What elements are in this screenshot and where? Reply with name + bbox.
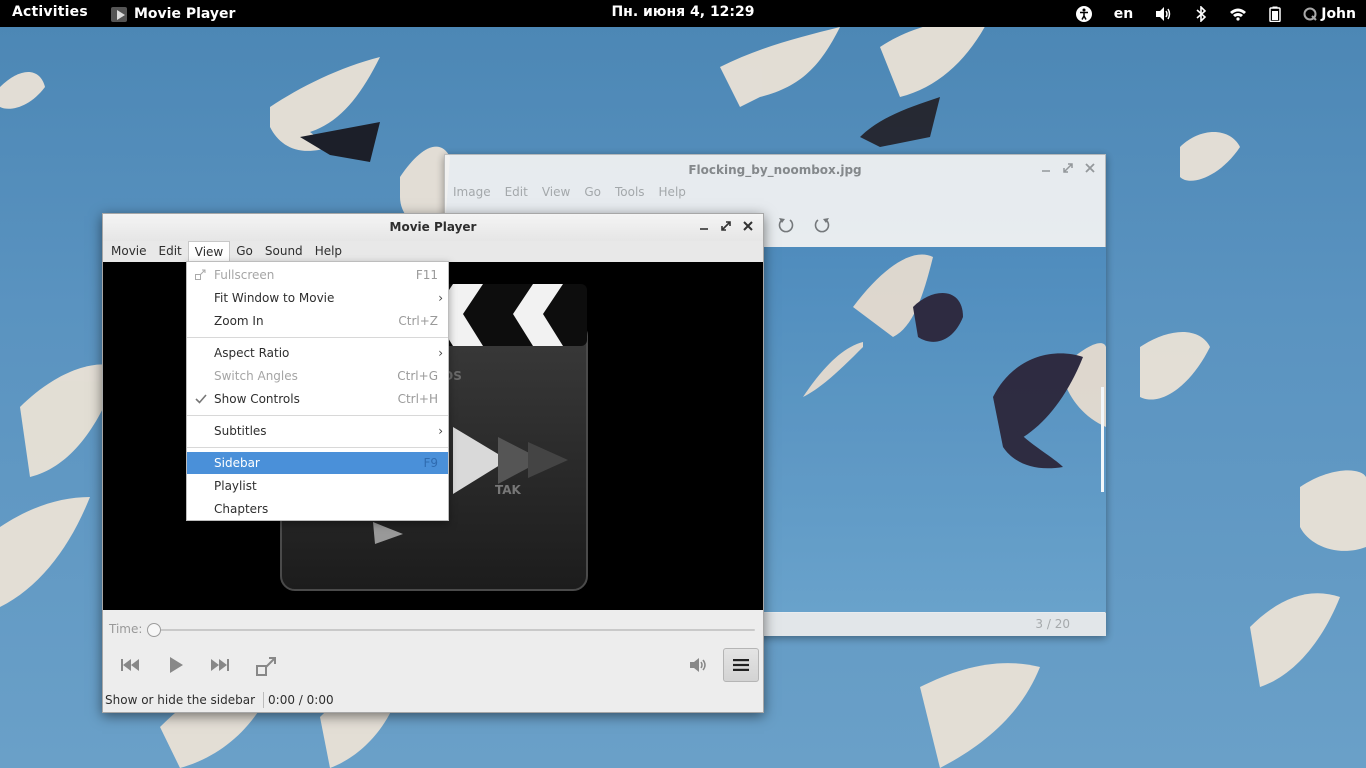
image-counter: 3 / 20 [1035,617,1070,631]
menu-help[interactable]: Help [659,185,686,203]
submenu-arrow-icon: › [438,291,443,305]
menu-item-label: Zoom In [214,314,264,328]
user-status-icon [1303,7,1317,21]
checkmark-icon [195,394,207,404]
menu-item-label: Fit Window to Movie [214,291,335,305]
top-bar: Activities Movie Player Пн. июня 4, 12:2… [0,0,1366,27]
bluetooth-icon[interactable] [1195,5,1207,22]
play-icon[interactable] [165,654,187,676]
seek-handle[interactable] [147,623,161,637]
previous-chapter-icon[interactable] [119,654,141,676]
movie-player-icon [111,7,127,22]
user-menu[interactable]: John [1303,6,1356,22]
menu-item-label: Playlist [214,479,257,493]
menu-tools[interactable]: Tools [615,185,645,203]
activities-button[interactable]: Activities [12,4,88,20]
menu-item-aspect-ratio[interactable]: Aspect Ratio › [187,342,448,364]
movie-player-menubar: Movie Edit View Go Sound Help [103,241,763,262]
menu-item-accel: F9 [423,456,438,470]
time-row: Time: [109,622,757,638]
menu-separator [187,337,448,338]
menu-go[interactable]: Go [584,185,601,203]
sidebar-toggle-button[interactable] [723,648,759,682]
menu-item-subtitles[interactable]: Subtitles › [187,420,448,442]
menu-item-label: Fullscreen [214,268,275,282]
menu-item-label: Sidebar [214,456,260,470]
next-chapter-icon[interactable] [209,654,231,676]
menu-item-fit-window[interactable]: Fit Window to Movie › [187,287,448,309]
menu-item-label: Switch Angles [214,369,298,383]
menu-item-show-controls[interactable]: Show Controls Ctrl+H [187,388,448,410]
keyboard-language[interactable]: en [1114,6,1133,22]
menu-item-playlist[interactable]: Playlist [187,475,448,497]
menu-image[interactable]: Image [453,185,491,203]
maximize-icon[interactable] [1061,161,1075,175]
battery-icon[interactable] [1269,6,1281,22]
wifi-icon[interactable] [1229,7,1247,21]
menu-movie[interactable]: Movie [105,241,153,262]
rotate-right-icon[interactable] [813,216,831,234]
menu-item-label: Show Controls [214,392,300,406]
movie-player-statusbar: Show or hide the sidebar 0:00 / 0:00 [103,688,763,712]
rotate-left-icon[interactable] [777,216,795,234]
playback-controls [103,646,763,684]
accessibility-icon[interactable] [1075,5,1092,22]
menu-item-accel: Ctrl+H [397,392,438,406]
svg-text:TAK: TAK [495,483,522,497]
image-canvas[interactable] [763,247,1106,612]
fullscreen-icon[interactable] [255,654,279,678]
menu-separator [187,415,448,416]
view-menu-dropdown: Fullscreen F11 Fit Window to Movie › Zoo… [186,261,449,521]
movie-player-window-controls [697,219,755,233]
status-message: Show or hide the sidebar [103,692,265,708]
image-viewer-window-controls [1039,161,1097,175]
volume-icon[interactable] [689,656,709,674]
minimize-icon[interactable] [697,219,711,233]
seek-bar[interactable] [157,629,755,631]
menu-view[interactable]: View [187,241,231,262]
sidebar-menu-icon [733,659,749,671]
menu-item-sidebar[interactable]: Sidebar F9 [187,452,448,474]
submenu-arrow-icon: › [438,424,443,438]
menu-item-accel: Ctrl+G [397,369,438,383]
menu-item-fullscreen[interactable]: Fullscreen F11 [187,264,448,286]
menu-edit[interactable]: Edit [153,241,188,262]
user-name: John [1321,5,1356,22]
submenu-arrow-icon: › [438,346,443,360]
close-icon[interactable] [741,219,755,233]
menu-edit[interactable]: Edit [505,185,528,203]
menu-item-label: Chapters [214,502,269,516]
maximize-icon[interactable] [719,219,733,233]
volume-icon[interactable] [1155,6,1173,22]
menu-item-zoom-in[interactable]: Zoom In Ctrl+Z [187,310,448,332]
menu-help[interactable]: Help [309,241,348,262]
menu-sound[interactable]: Sound [259,241,309,262]
fullscreen-icon [195,269,206,280]
image-viewer-statusbar: 3 / 20 [763,613,1106,636]
close-icon[interactable] [1083,161,1097,175]
menu-separator [187,447,448,448]
menu-view[interactable]: View [542,185,570,203]
image-viewer-title: Flocking_by_noombox.jpg [688,163,862,177]
menu-item-accel: F11 [415,268,438,282]
menu-item-switch-angles[interactable]: Switch Angles Ctrl+G [187,365,448,387]
app-menu-label: Movie Player [134,6,236,22]
menu-item-chapters[interactable]: Chapters [187,498,448,520]
menu-item-label: Aspect Ratio [214,346,290,360]
image-preview [803,254,1106,492]
system-tray: en John [1075,0,1356,27]
image-viewer-menubar: Image Edit View Go Tools Help [445,185,1105,203]
time-label: Time: [109,622,143,636]
app-menu[interactable]: Movie Player [110,4,235,24]
menu-item-label: Subtitles [214,424,267,438]
time-display: 0:00 / 0:00 [268,693,334,707]
menu-go[interactable]: Go [230,241,259,262]
menu-item-accel: Ctrl+Z [398,314,438,328]
movie-player-title: Movie Player [103,214,763,241]
minimize-icon[interactable] [1039,161,1053,175]
